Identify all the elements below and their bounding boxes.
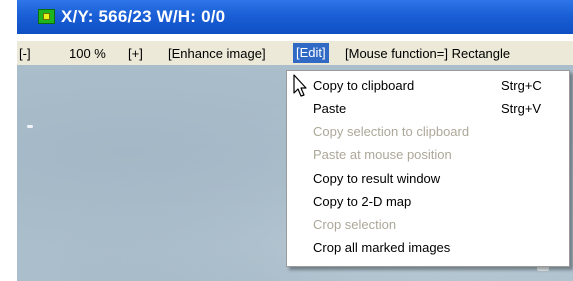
zoom-level[interactable]: 100 %: [69, 46, 106, 61]
menu-item-label: Copy selection to clipboard: [313, 124, 470, 139]
menu-item-label: Copy to result window: [313, 171, 441, 186]
menu-item-label: Paste: [313, 101, 347, 116]
menu-item-label: Copy to clipboard: [313, 78, 415, 93]
edit-dropdown-menu: Copy to clipboard Strg+C Paste Strg+V Co…: [286, 70, 570, 267]
app-icon: [38, 9, 55, 24]
window-title: X/Y: 566/23 W/H: 0/0: [61, 7, 226, 26]
menu-item-label: Crop selection: [313, 217, 397, 232]
menu-bar: [-] 100 % [+] [Enhance image] [Edit] [Mo…: [17, 41, 573, 65]
zoom-out-button[interactable]: [-]: [19, 46, 31, 61]
title-bar[interactable]: X/Y: 566/23 W/H: 0/0: [17, 0, 573, 34]
menu-item-crop-all-marked-images[interactable]: Crop all marked images: [287, 237, 569, 257]
menu-item-shortcut: Strg+V: [501, 101, 542, 116]
menu-item-paste[interactable]: Paste Strg+V: [287, 98, 569, 118]
menu-item-copy-to-clipboard[interactable]: Copy to clipboard Strg+C: [287, 75, 569, 95]
menu-item-copy-to-2d-map[interactable]: Copy to 2-D map: [287, 191, 569, 211]
app-window: X/Y: 566/23 W/H: 0/0 [-] 100 % [+] [Enha…: [0, 0, 573, 281]
menu-item-label: Crop all marked images: [313, 240, 451, 255]
edit-menu[interactable]: [Edit]: [293, 43, 329, 63]
menu-item-label: Copy to 2-D map: [313, 194, 412, 209]
menu-item-paste-at-mouse-position: Paste at mouse position: [287, 144, 569, 164]
menu-item-copy-selection-to-clipboard: Copy selection to clipboard: [287, 121, 569, 141]
menu-item-label: Paste at mouse position: [313, 147, 452, 162]
mouse-function-menu[interactable]: [Mouse function=] Rectangle: [345, 46, 510, 61]
menu-item-shortcut: Strg+C: [501, 78, 542, 93]
zoom-in-button[interactable]: [+]: [128, 46, 143, 61]
mouse-cursor-icon: [293, 74, 307, 97]
enhance-image-menu[interactable]: [Enhance image]: [168, 46, 266, 61]
image-detail: [27, 125, 33, 128]
menu-item-crop-selection: Crop selection: [287, 214, 569, 234]
menu-item-copy-to-result-window[interactable]: Copy to result window: [287, 168, 569, 188]
